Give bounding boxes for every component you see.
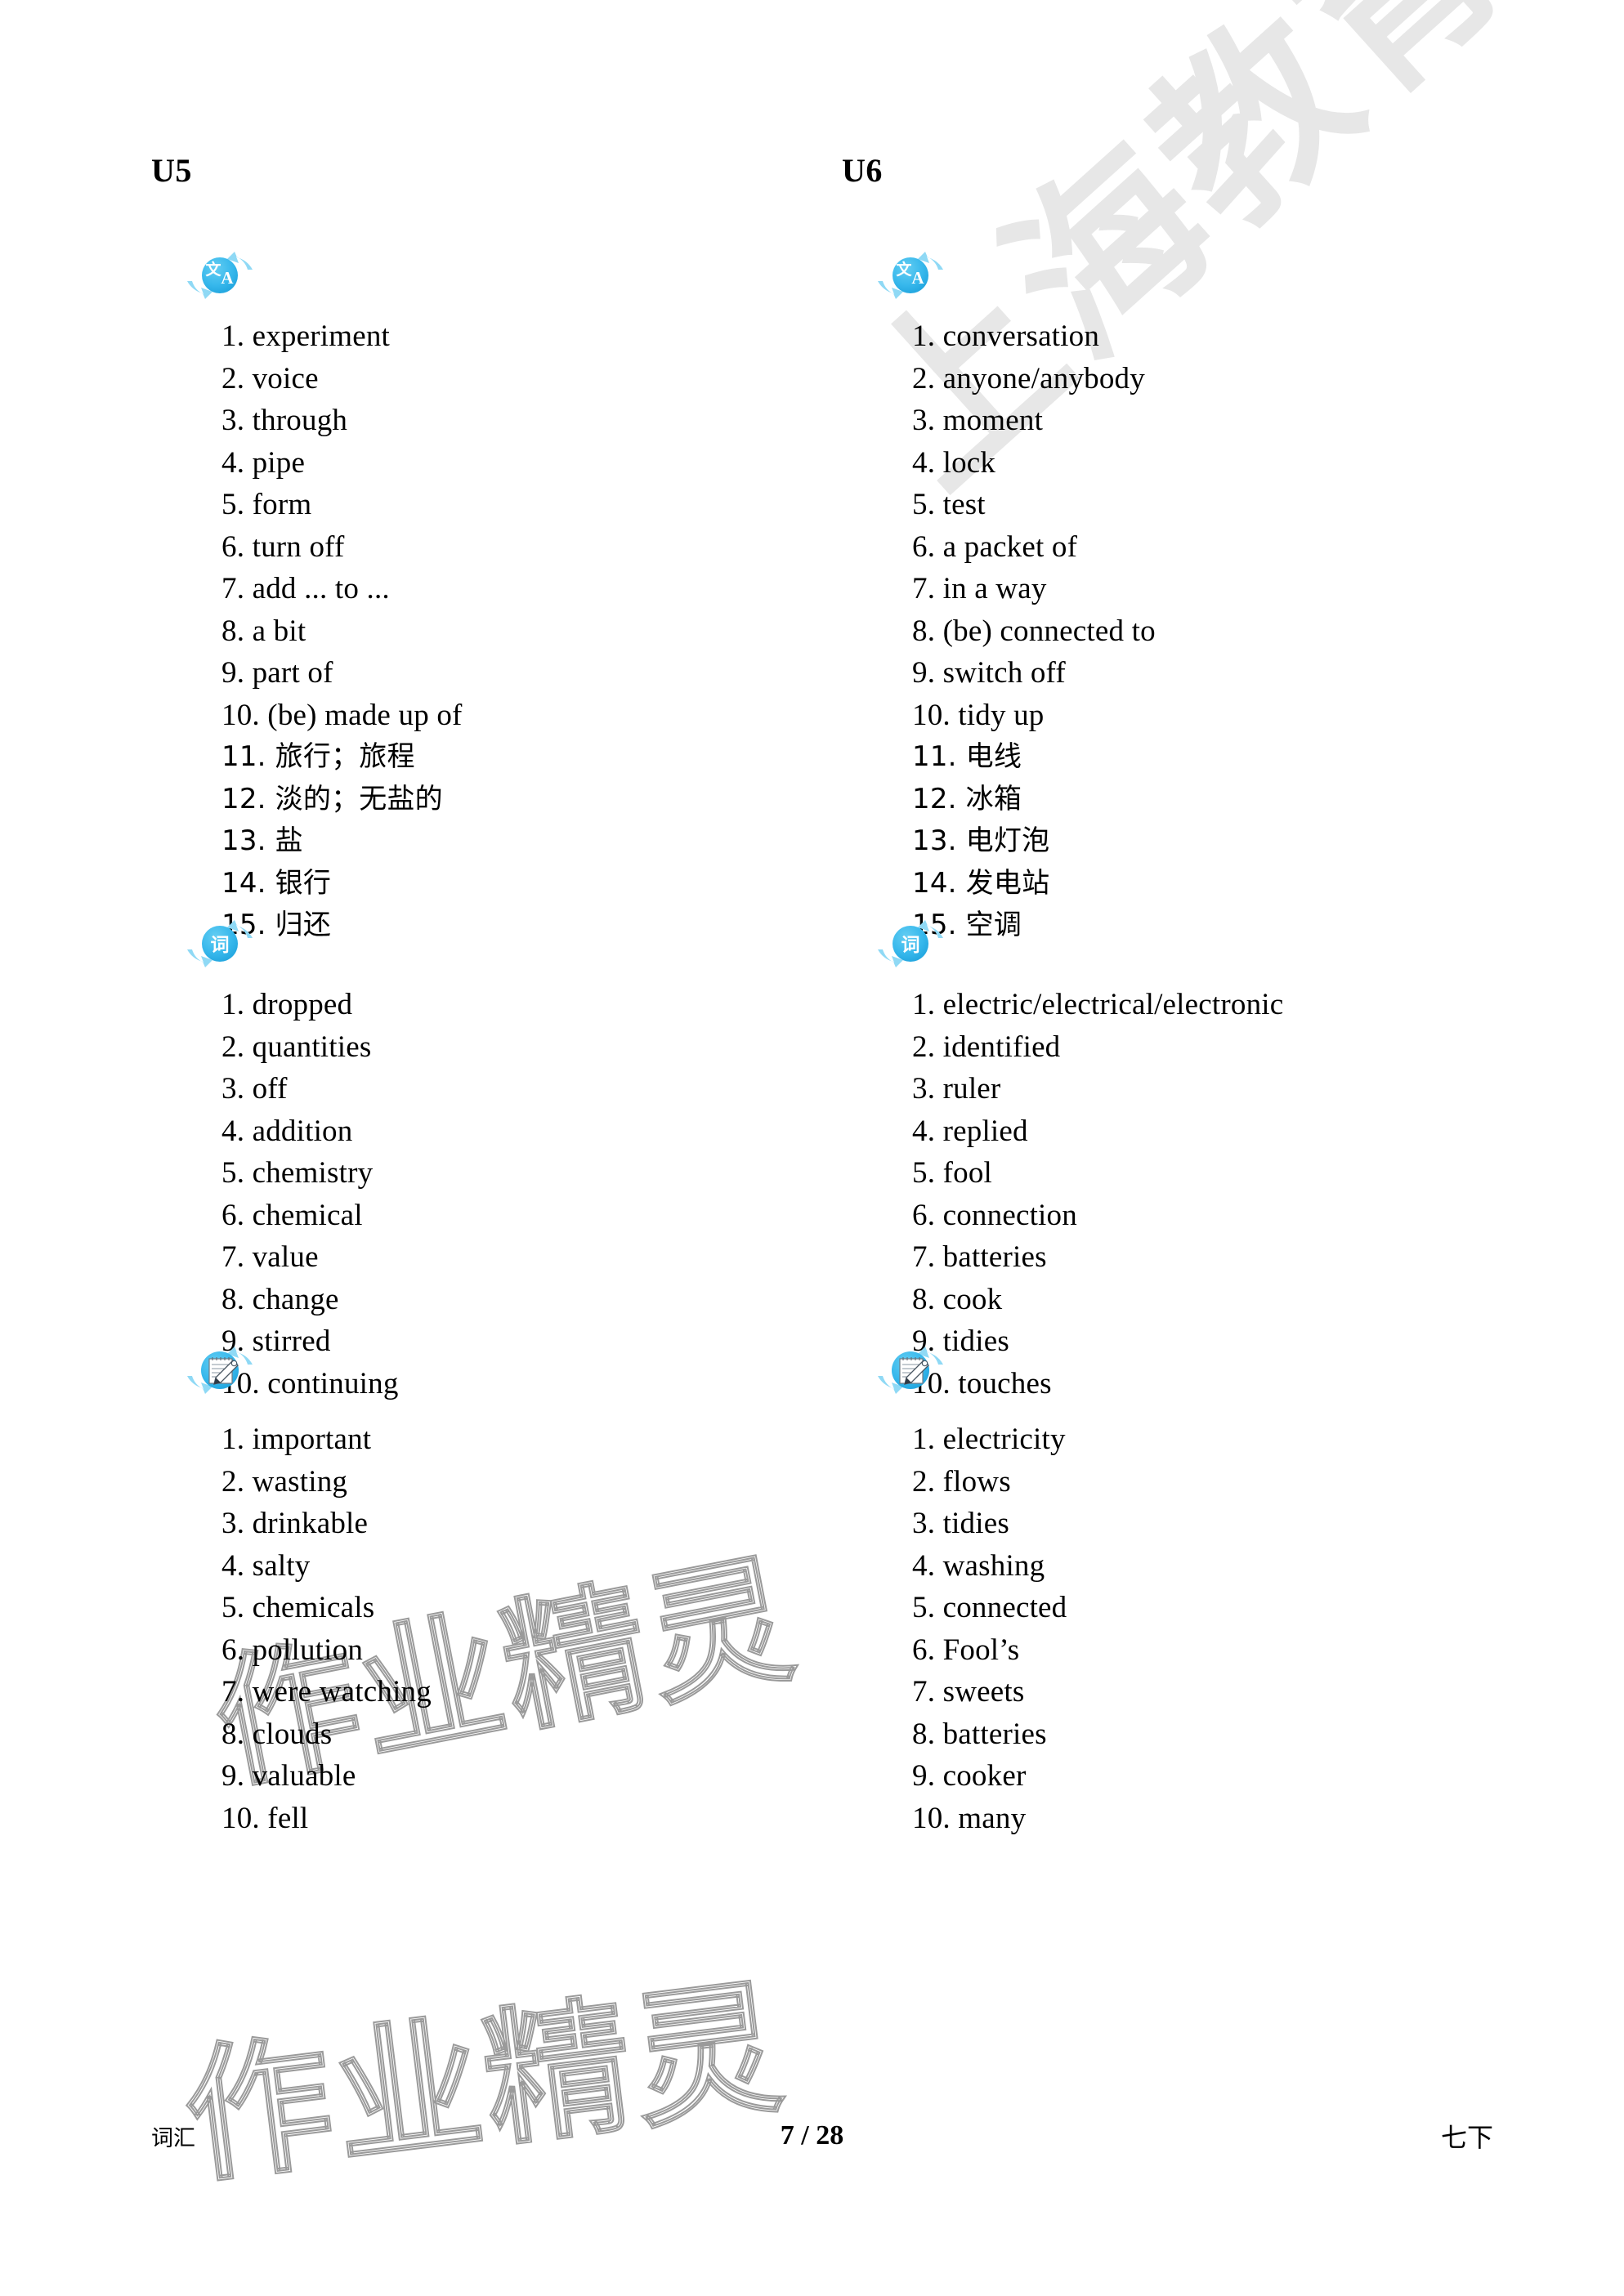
list-item: 4. replied [912, 1114, 1028, 1148]
list-item: 3. through [221, 404, 348, 437]
list-item: 9. valuable [221, 1759, 356, 1793]
translate-icon: 文 A [873, 245, 948, 306]
svg-text:词: 词 [211, 935, 230, 956]
section-u5-writing: 1. important 2. wasting 3. drinkable 4. … [143, 1340, 781, 1839]
list-item: 1. experiment [221, 319, 391, 353]
list-item: 12. 淡的；无盐的 [221, 782, 443, 815]
list-item: 10. tidy up [912, 698, 1045, 732]
list-item: 14. 银行 [221, 866, 332, 900]
svg-text:A: A [911, 268, 924, 288]
list-item: 6. a packet of [912, 529, 1078, 564]
list-item: 2. quantities [221, 1030, 372, 1064]
list-item: 8. cook [912, 1282, 1003, 1316]
word-icon: 词 [182, 913, 257, 974]
svg-text:文: 文 [896, 260, 912, 279]
list-item: 9. cooker [912, 1759, 1027, 1793]
list-item: 6. Fool’s [912, 1633, 1020, 1667]
section-u5-translate: 文 A 1. experiment 2. voice 3. through 4.… [143, 245, 781, 947]
list-item: 5. connected [912, 1591, 1067, 1624]
svg-text:文: 文 [205, 260, 221, 279]
footer-grade-label: 七下 [1440, 2122, 1493, 2153]
list-item: 4. washing [912, 1548, 1045, 1583]
translate-icon: 文 A [182, 245, 257, 306]
unit-title-u5: U5 [151, 152, 192, 189]
list-item: 7. in a way [912, 572, 1047, 605]
list-item: 12. 冰箱 [912, 782, 1022, 815]
list-item: 4. pipe [221, 445, 306, 480]
list-item: 13. 电灯泡 [912, 824, 1050, 857]
list-item: 2. identified [912, 1030, 1061, 1064]
list-item: 2. voice [221, 361, 319, 395]
list-item: 6. chemical [221, 1198, 363, 1232]
list-item: 7. add ... to ... [221, 572, 390, 605]
list-item: 3. drinkable [221, 1507, 369, 1540]
list-item: 14. 发电站 [912, 866, 1050, 900]
list-item: 1. dropped [221, 988, 353, 1021]
list-item: 10. many [912, 1801, 1027, 1835]
list-item: 8. change [221, 1282, 339, 1316]
list-item: 6. turn off [221, 529, 345, 564]
answer-list-u6-translate: 1. conversation 2. anyone/anybody 3. mom… [834, 315, 1471, 947]
list-item: 5. chemicals [221, 1591, 375, 1624]
list-item: 10. fell [221, 1801, 309, 1835]
list-item: 3. moment [912, 404, 1044, 437]
page-number: 7 / 28 [780, 2120, 844, 2151]
page-footer: 词汇 7 / 28 七下 [0, 2120, 1624, 2169]
list-item: 1. important [221, 1423, 372, 1456]
list-item: 4. addition [221, 1114, 353, 1148]
list-item: 7. value [221, 1240, 319, 1274]
list-item: 6. connection [912, 1198, 1077, 1232]
list-item: 2. wasting [221, 1464, 348, 1499]
word-icon: 词 [873, 913, 948, 974]
list-item: 8. a bit [221, 614, 306, 648]
svg-text:词: 词 [901, 935, 920, 956]
list-item: 5. test [912, 488, 986, 521]
section-u6-writing: 1. electricity 2. flows 3. tidies 4. was… [834, 1340, 1471, 1839]
list-item: 5. chemistry [221, 1156, 374, 1190]
list-item: 4. salty [221, 1548, 311, 1583]
unit-title-u6: U6 [842, 152, 883, 189]
answer-list-u5-translate: 1. experiment 2. voice 3. through 4. pip… [143, 315, 781, 947]
list-item: 1. electric/electrical/electronic [912, 988, 1284, 1021]
list-item: 2. flows [912, 1464, 1011, 1499]
section-u6-word: 词 1. electric/electrical/electronic 2. i… [834, 913, 1471, 1405]
list-item: 8. batteries [912, 1717, 1047, 1751]
list-item: 7. sweets [912, 1675, 1025, 1709]
list-item: 3. tidies [912, 1507, 1009, 1540]
notepad-pencil-icon [182, 1340, 257, 1400]
page-sheet: 上海教育出版社 作业精灵 作业精灵 U5 [0, 0, 1624, 2296]
list-item: 1. electricity [912, 1423, 1066, 1456]
list-item: 3. ruler [912, 1072, 1001, 1106]
list-item: 1. conversation [912, 319, 1100, 353]
list-item: 5. fool [912, 1156, 993, 1190]
list-item: 8. (be) connected to [912, 614, 1156, 648]
list-item: 5. form [221, 488, 312, 521]
list-item: 3. off [221, 1072, 288, 1106]
answer-list-u5-writing: 1. important 2. wasting 3. drinkable 4. … [143, 1418, 781, 1839]
notepad-pencil-icon [873, 1340, 948, 1400]
list-item: 10. (be) made up of [221, 698, 463, 732]
section-u6-translate: 文 A 1. conversation 2. anyone/anybody 3.… [834, 245, 1471, 947]
answer-key-content: U5 文 A 1. experiment 2. voice 3. through… [0, 0, 1624, 2296]
answer-list-u6-writing: 1. electricity 2. flows 3. tidies 4. was… [834, 1418, 1471, 1839]
list-item: 4. lock [912, 445, 996, 480]
list-item: 2. anyone/anybody [912, 361, 1145, 395]
list-item: 11. 电线 [912, 740, 1022, 773]
list-item: 9. switch off [912, 656, 1066, 690]
list-item: 8. clouds [221, 1717, 333, 1751]
list-item: 7. were watching [221, 1675, 432, 1709]
list-item: 11. 旅行；旅程 [221, 740, 415, 773]
section-u5-word: 词 1. dropped 2. quantities 3. off 4. add… [143, 913, 781, 1405]
list-item: 13. 盐 [221, 824, 303, 857]
list-item: 7. batteries [912, 1240, 1047, 1274]
list-item: 6. pollution [221, 1633, 364, 1667]
list-item: 9. part of [221, 656, 333, 690]
svg-text:A: A [221, 268, 234, 288]
